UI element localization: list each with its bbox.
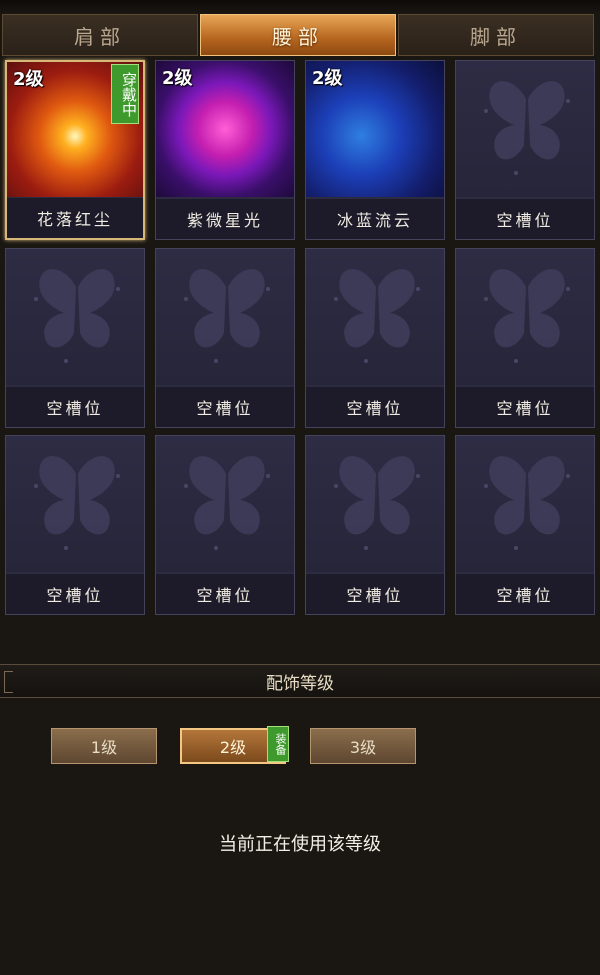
level-label: 2级 [13, 69, 44, 90]
empty-slot[interactable]: 空槽位 [305, 435, 445, 615]
butterfly-placeholder-icon [306, 249, 444, 385]
slot-name: 空槽位 [306, 574, 444, 614]
slot-name: 空槽位 [6, 387, 144, 427]
butterfly-placeholder-icon [156, 249, 294, 385]
tab-waist[interactable]: 腰部 [200, 14, 396, 56]
empty-slot[interactable]: 空槽位 [5, 248, 145, 428]
top-border [0, 0, 600, 14]
butterfly-placeholder-icon [156, 436, 294, 572]
empty-slot[interactable]: 空槽位 [455, 435, 595, 615]
slot-name: 空槽位 [456, 199, 594, 239]
section-header: 配饰等级 [0, 664, 600, 698]
level-label: 2级 [162, 68, 193, 89]
slot-name: 空槽位 [156, 387, 294, 427]
butterfly-placeholder-icon [456, 249, 594, 385]
slot-name: 空槽位 [456, 387, 594, 427]
butterfly-placeholder-icon [456, 61, 594, 197]
empty-slot[interactable]: 空槽位 [455, 60, 595, 240]
body-part-tabs: 肩部 腰部 脚部 [0, 14, 600, 58]
level-1-button[interactable]: 1级 [51, 728, 157, 764]
empty-slot[interactable]: 空槽位 [155, 248, 295, 428]
empty-slot[interactable]: 空槽位 [455, 248, 595, 428]
butterfly-placeholder-icon [306, 436, 444, 572]
slot-name: 空槽位 [6, 574, 144, 614]
status-text: 当前正在使用该等级 [219, 834, 381, 855]
level-label: 2级 [312, 68, 343, 89]
equipped-badge: 装备 [267, 726, 289, 762]
slot-name: 空槽位 [306, 387, 444, 427]
slot-name: 空槽位 [456, 574, 594, 614]
empty-slot[interactable]: 空槽位 [5, 435, 145, 615]
butterfly-placeholder-icon [6, 436, 144, 572]
butterfly-placeholder-icon [456, 436, 594, 572]
level-3-button[interactable]: 3级 [310, 728, 416, 764]
tab-shoulder[interactable]: 肩部 [2, 14, 198, 56]
empty-slot[interactable]: 空槽位 [155, 435, 295, 615]
tab-foot[interactable]: 脚部 [398, 14, 594, 56]
accessory-slot[interactable]: 2级 穿戴中花落红尘 [5, 60, 145, 240]
butterfly-placeholder-icon [6, 249, 144, 385]
accessory-slot[interactable]: 2级紫微星光 [155, 60, 295, 240]
empty-slot[interactable]: 空槽位 [305, 248, 445, 428]
wearing-badge: 穿戴中 [111, 64, 139, 124]
slot-name: 紫微星光 [156, 199, 294, 239]
slot-name: 花落红尘 [7, 198, 143, 238]
accessory-slot[interactable]: 2级冰蓝流云 [305, 60, 445, 240]
slot-name: 冰蓝流云 [306, 199, 444, 239]
section-title: 配饰等级 [266, 673, 334, 694]
slot-name: 空槽位 [156, 574, 294, 614]
